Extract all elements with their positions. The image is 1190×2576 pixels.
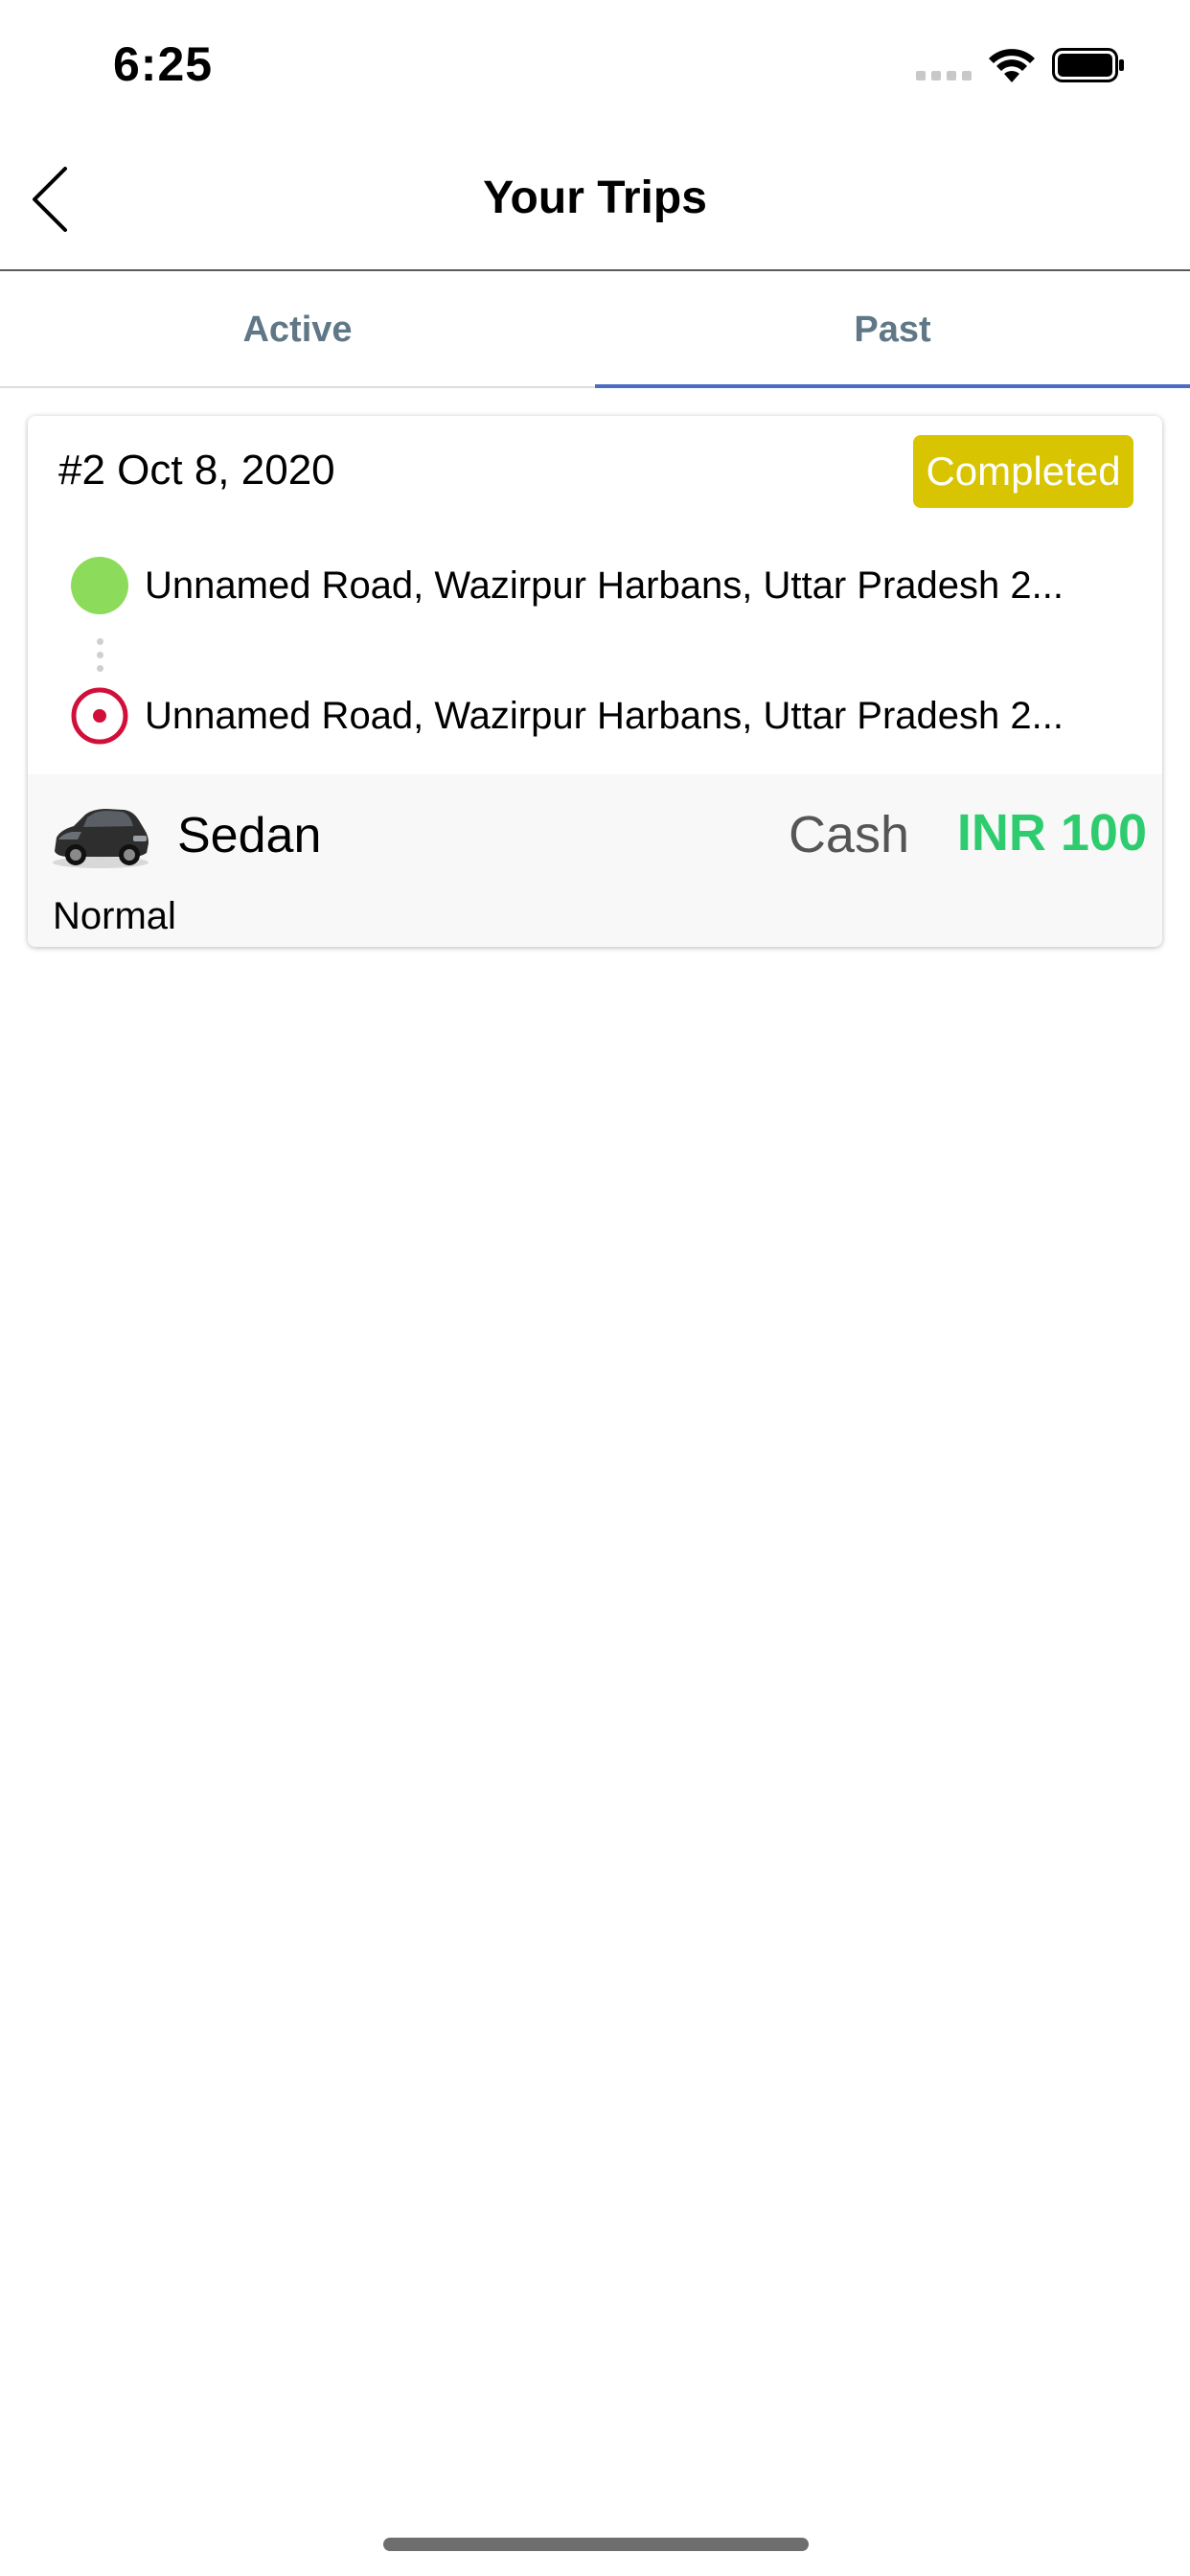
pickup-address: Unnamed Road, Wazirpur Harbans, Uttar Pr… <box>145 564 1064 607</box>
cellular-signal-icon <box>916 71 972 80</box>
trip-id-date: #2 Oct 8, 2020 <box>58 447 335 494</box>
ride-type: Normal <box>53 895 176 937</box>
drop-row: Unnamed Road, Wazirpur Harbans, Uttar Pr… <box>28 682 1162 749</box>
car-image <box>53 809 149 868</box>
fare-amount: INR 100 <box>956 804 1147 862</box>
status-bar: 6:25 <box>0 0 1190 129</box>
status-badge: Completed <box>913 435 1133 508</box>
page-title: Your Trips <box>483 172 707 223</box>
tab-past[interactable]: Past <box>595 273 1190 388</box>
trip-card-footer: Sedan Cash INR 100 Normal <box>28 774 1162 947</box>
tab-active[interactable]: Active <box>0 273 595 386</box>
nav-bar: Your Trips <box>0 129 1190 271</box>
wifi-icon <box>989 49 1035 82</box>
status-time: 6:25 <box>113 37 214 91</box>
route-connector-icon <box>97 638 104 673</box>
battery-icon <box>1052 48 1124 82</box>
payment-method: Cash <box>788 806 909 863</box>
trip-card-header: #2 Oct 8, 2020 Completed <box>28 416 1162 531</box>
vehicle-name: Sedan <box>177 808 322 863</box>
trip-card[interactable]: #2 Oct 8, 2020 Completed Unnamed Road, W… <box>28 416 1162 947</box>
target-icon <box>71 687 128 745</box>
green-dot-icon <box>71 557 128 614</box>
drop-address: Unnamed Road, Wazirpur Harbans, Uttar Pr… <box>145 694 1064 737</box>
trip-tabs: Active Past <box>0 273 1190 388</box>
home-indicator[interactable] <box>383 2538 809 2551</box>
pickup-row: Unnamed Road, Wazirpur Harbans, Uttar Pr… <box>28 552 1162 619</box>
